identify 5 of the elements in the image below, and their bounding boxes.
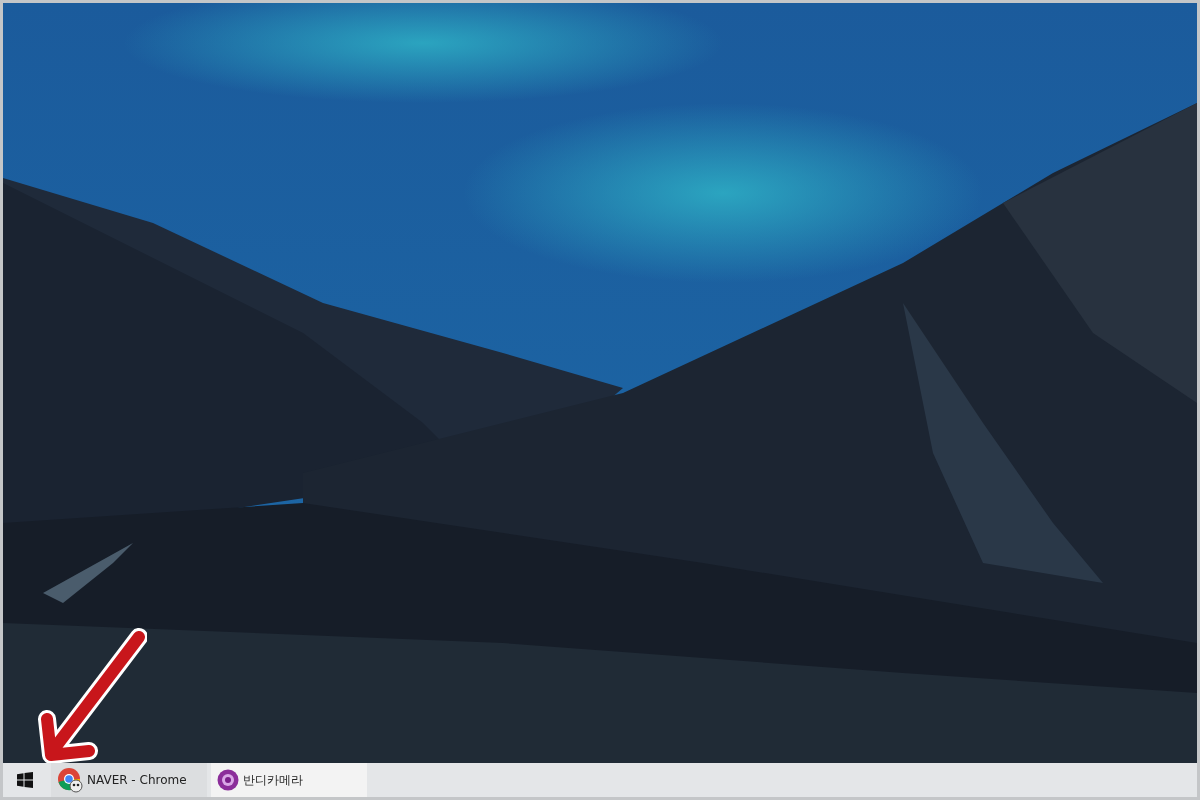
taskbar-item[interactable]: NAVER - Chrome [51, 763, 207, 797]
taskbar-item[interactable]: 반디카메라 [211, 763, 367, 797]
browser-icon [57, 767, 83, 793]
camera-lens-icon [217, 769, 239, 791]
windows-icon [17, 772, 33, 788]
